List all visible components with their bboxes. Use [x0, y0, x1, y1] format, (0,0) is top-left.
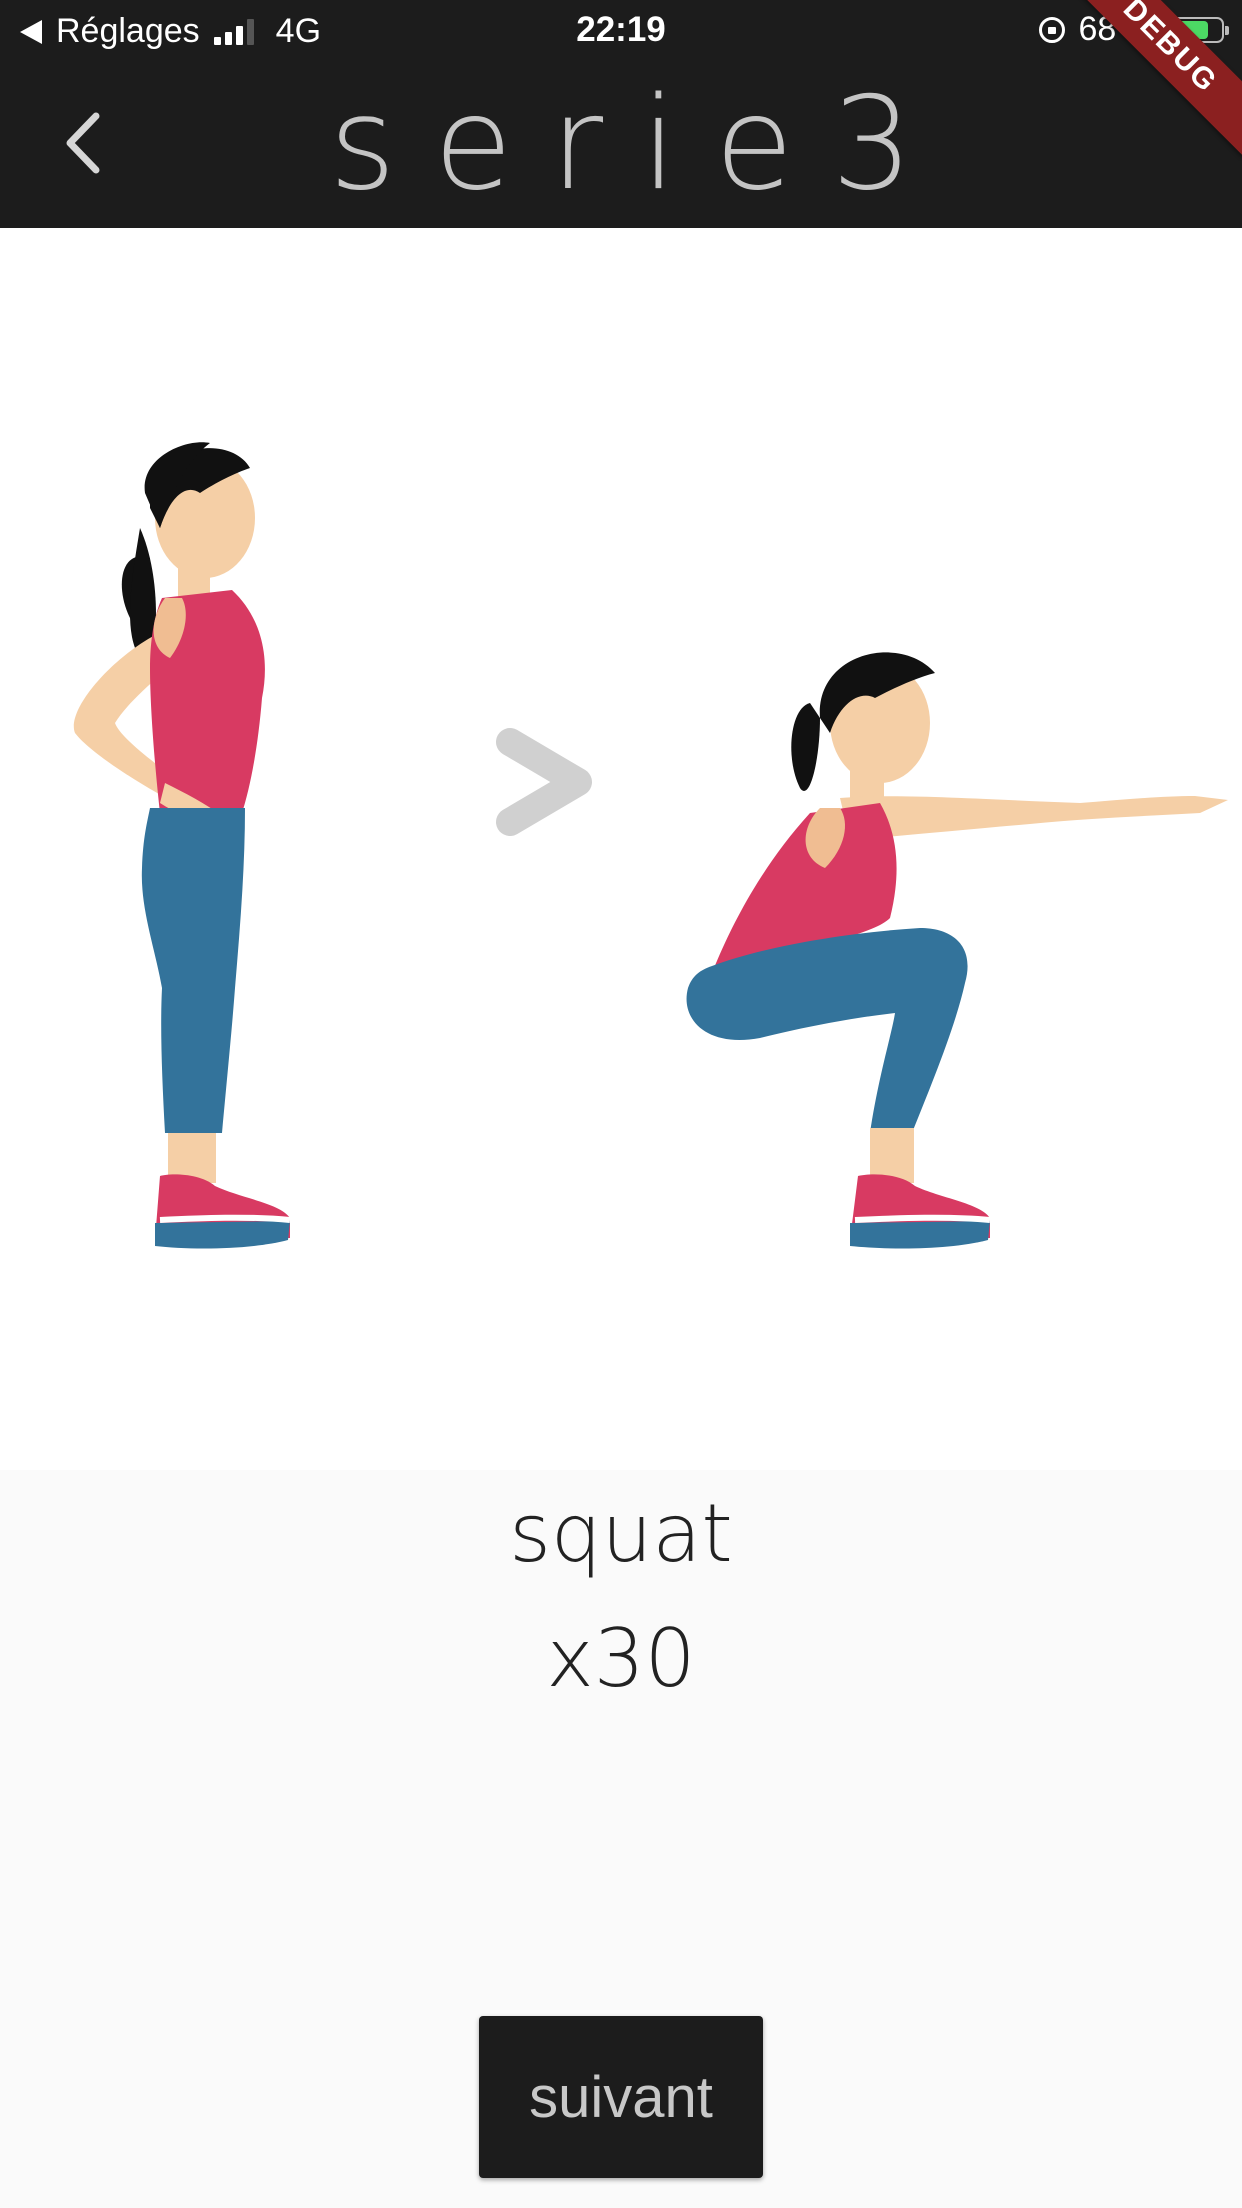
- page-title: serie3: [329, 70, 951, 219]
- exercise-reps: x30: [546, 1612, 696, 1705]
- status-bar: Réglages 4G 22:19 68 %: [0, 0, 1242, 62]
- app-bar: Réglages 4G 22:19 68 % serie3 DEBUG: [0, 0, 1242, 228]
- exercise-illustration: [0, 228, 1242, 1470]
- rotation-lock-icon: [1038, 16, 1065, 43]
- transition-arrow-icon: [496, 728, 592, 836]
- standing-figure: [73, 442, 291, 1249]
- next-button[interactable]: suivant: [479, 2016, 763, 2178]
- squat-figure: [686, 652, 1228, 1249]
- exercise-name: squat: [509, 1487, 733, 1580]
